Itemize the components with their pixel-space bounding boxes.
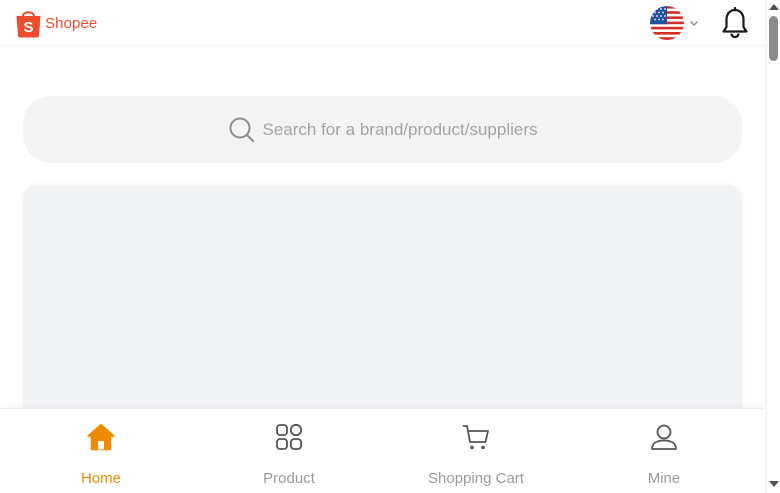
home-icon xyxy=(87,423,115,451)
scroll-down-arrow-icon[interactable] xyxy=(769,481,779,487)
shopping-bag-logo-icon: S xyxy=(16,11,41,38)
svg-text:S: S xyxy=(23,19,33,36)
search-icon xyxy=(229,117,254,143)
grid-icon xyxy=(276,423,303,450)
search-placeholder: Search for a brand/product/suppliers xyxy=(262,119,538,139)
bottom-navigation: Home Product Shopping Cart Mine xyxy=(0,408,766,493)
app-viewport: S Shopee Search for a brand/product/supp… xyxy=(0,0,766,493)
nav-product[interactable]: Product xyxy=(214,409,364,493)
chevron-down-icon xyxy=(690,21,698,26)
scroll-up-arrow-icon[interactable] xyxy=(769,4,779,10)
nav-home[interactable]: Home xyxy=(26,409,176,493)
bell-icon[interactable] xyxy=(720,7,750,39)
logo-text: Shopee xyxy=(45,14,98,32)
banner-placeholder[interactable] xyxy=(23,185,742,445)
cart-icon xyxy=(462,425,489,450)
nav-home-label: Home xyxy=(80,470,121,487)
scroll-thumb[interactable] xyxy=(769,16,778,61)
nav-mine-label: Mine xyxy=(647,470,681,487)
user-icon xyxy=(651,424,677,450)
us-flag-icon xyxy=(650,6,684,40)
top-header: S Shopee xyxy=(0,0,766,46)
nav-shopping-cart[interactable]: Shopping Cart xyxy=(401,409,551,493)
search-bar[interactable]: Search for a brand/product/suppliers xyxy=(23,96,742,163)
shopee-logo[interactable]: S Shopee xyxy=(15,8,97,38)
nav-mine[interactable]: Mine xyxy=(589,409,739,493)
nav-product-label: Product xyxy=(263,470,315,487)
vertical-scrollbar[interactable] xyxy=(766,0,780,493)
nav-shopping-cart-label: Shopping Cart xyxy=(428,470,524,487)
language-selector[interactable] xyxy=(650,6,702,40)
